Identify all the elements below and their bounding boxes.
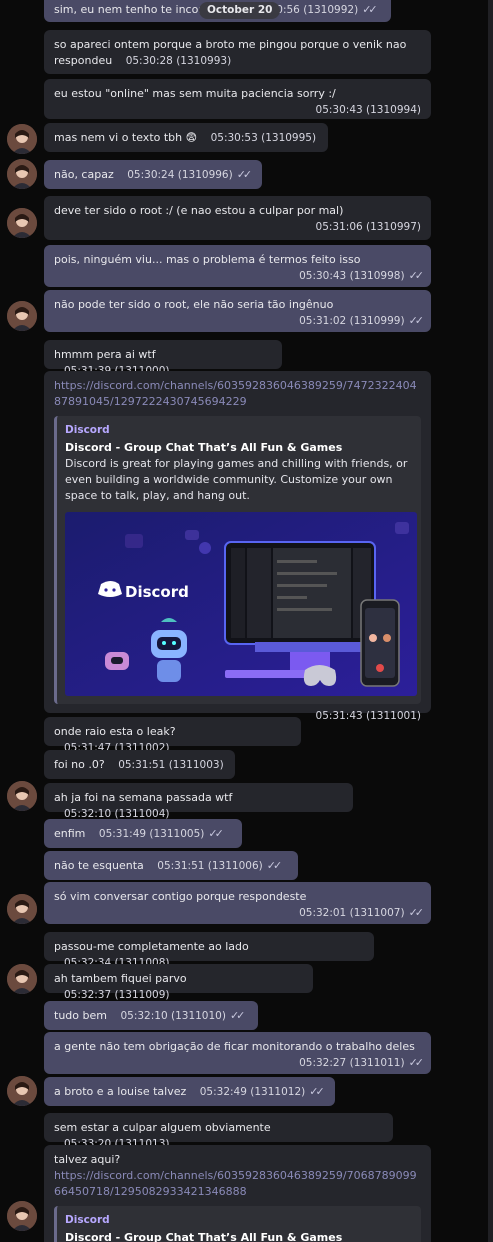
- read-ticks-icon: ✓✓: [408, 906, 425, 919]
- message-incoming[interactable]: ah tambem fiquei parvo 05:32:37 (1311009…: [44, 964, 313, 1001]
- message-meta: 05:31:02 (1310999) ✓✓: [299, 314, 425, 327]
- message-text: ah ja foi na semana passada wtf: [54, 791, 233, 804]
- message-meta: 05:31:51 (1311006) ✓✓: [157, 859, 283, 872]
- message-text: a broto e a louise talvez: [54, 1085, 187, 1098]
- avatar[interactable]: [7, 781, 37, 811]
- message-outgoing[interactable]: pois, ninguém viu... mas o problema é te…: [44, 245, 431, 287]
- message-text: não pode ter sido o root, ele não seria …: [54, 298, 334, 311]
- message-text: só vim conversar contigo porque responde…: [54, 890, 307, 903]
- message-text: onde raio esta o leak?: [54, 725, 176, 738]
- message-meta: 05:32:01 (1311007) ✓✓: [299, 906, 425, 919]
- message-meta: 05:30:28 (1310993): [125, 55, 232, 67]
- message-text: sem estar a culpar alguem obviamente: [54, 1121, 271, 1134]
- message-link[interactable]: https://discord.com/channels/60359283604…: [54, 1168, 421, 1200]
- read-ticks-icon: ✓✓: [229, 1009, 246, 1022]
- message-text: não te esquenta: [54, 859, 144, 872]
- embed-site-name[interactable]: Discord: [65, 1212, 413, 1228]
- read-ticks-icon: ✓✓: [362, 3, 378, 16]
- message-text: deve ter sido o root :/ (e nao estou a c…: [54, 204, 344, 217]
- message-meta: 05:32:37 (1311009): [64, 989, 170, 1001]
- read-ticks-icon: ✓✓: [408, 314, 425, 327]
- message-incoming[interactable]: eu estou "online" mas sem muita pacienci…: [44, 79, 431, 119]
- message-outgoing[interactable]: a gente não tem obrigação de ficar monit…: [44, 1032, 431, 1074]
- message-outgoing[interactable]: a broto e a louise talvez 05:32:49 (1311…: [44, 1077, 335, 1106]
- message-outgoing[interactable]: não te esquenta 05:31:51 (1311006) ✓✓: [44, 851, 298, 880]
- message-text: mas nem vi o texto tbh 😨: [54, 131, 198, 144]
- link-embed[interactable]: Discord Discord - Group Chat That’s All …: [54, 1206, 421, 1242]
- read-ticks-icon: ✓✓: [236, 168, 253, 181]
- message-text: a gente não tem obrigação de ficar monit…: [54, 1040, 415, 1053]
- avatar[interactable]: [7, 964, 37, 994]
- avatar[interactable]: [7, 124, 37, 154]
- message-meta: 05:32:49 (1311012) ✓✓: [199, 1085, 325, 1098]
- message-text: foi no .0?: [54, 758, 105, 771]
- message-text: eu estou "online" mas sem muita pacienci…: [54, 87, 336, 100]
- message-text: pois, ninguém viu... mas o problema é te…: [54, 253, 361, 266]
- avatar[interactable]: [7, 159, 37, 189]
- message-text: passou-me completamente ao lado: [54, 940, 249, 953]
- message-meta: 05:30:24 (1310996) ✓✓: [127, 168, 253, 181]
- message-incoming[interactable]: sem estar a culpar alguem obviamente 05:…: [44, 1113, 393, 1150]
- message-outgoing[interactable]: enfim 05:31:49 (1311005) ✓✓: [44, 819, 242, 848]
- message-text: enfim: [54, 827, 86, 840]
- read-ticks-icon: ✓✓: [266, 859, 283, 872]
- message-meta: 05:30:43 (1310998) ✓✓: [299, 269, 425, 282]
- read-ticks-icon: ✓✓: [208, 827, 224, 840]
- message-meta: 05:30:43 (1310994): [315, 104, 421, 116]
- avatar[interactable]: [7, 1201, 37, 1231]
- message-incoming[interactable]: https://discord.com/channels/60359283604…: [44, 371, 431, 722]
- avatar[interactable]: [7, 208, 37, 238]
- link-embed[interactable]: Discord Discord - Group Chat That’s All …: [54, 416, 421, 704]
- message-meta: 05:32:27 (1311011) ✓✓: [299, 1056, 425, 1069]
- message-outgoing[interactable]: não, capaz 05:30:24 (1310996) ✓✓: [44, 160, 262, 189]
- read-ticks-icon: ✓✓: [408, 269, 425, 282]
- message-meta: 05:32:10 (1311010) ✓✓: [120, 1009, 246, 1022]
- message-incoming[interactable]: deve ter sido o root :/ (e nao estou a c…: [44, 196, 431, 240]
- message-link[interactable]: https://discord.com/channels/60359283604…: [54, 378, 421, 410]
- message-meta: 05:30:53 (1310995): [210, 132, 317, 144]
- message-meta: 05:31:06 (1310997): [315, 221, 421, 233]
- message-incoming[interactable]: onde raio esta o leak? 05:31:47 (1311002…: [44, 717, 301, 754]
- message-outgoing[interactable]: tudo bem 05:32:10 (1311010) ✓✓: [44, 1001, 258, 1030]
- message-incoming[interactable]: ah ja foi na semana passada wtf 05:32:10…: [44, 783, 353, 820]
- message-incoming[interactable]: foi no .0? 05:31:51 (1311003): [44, 750, 235, 779]
- message-incoming[interactable]: talvez aqui? https://discord.com/channel…: [44, 1145, 431, 1242]
- message-text: ah tambem fiquei parvo: [54, 972, 187, 985]
- embed-title[interactable]: Discord - Group Chat That’s All Fun & Ga…: [65, 440, 413, 456]
- message-outgoing[interactable]: não pode ter sido o root, ele não seria …: [44, 290, 431, 332]
- message-incoming[interactable]: so apareci ontem porque a broto me pingo…: [44, 30, 431, 74]
- embed-site-name[interactable]: Discord: [65, 422, 413, 438]
- message-incoming[interactable]: hmmm pera ai wtf 05:31:39 (1311000): [44, 340, 282, 377]
- read-ticks-icon: ✓✓: [408, 1056, 425, 1069]
- message-text: hmmm pera ai wtf: [54, 348, 156, 361]
- chat-history[interactable]: sim, eu nem tenho te incomodado 05:30:56…: [0, 0, 493, 1242]
- date-separator: October 20: [199, 2, 281, 19]
- message-incoming[interactable]: mas nem vi o texto tbh 😨 05:30:53 (13109…: [44, 123, 328, 152]
- avatar[interactable]: [7, 894, 37, 924]
- scrollbar-track[interactable]: [488, 0, 493, 1242]
- embed-image[interactable]: Discord: [65, 512, 417, 696]
- read-ticks-icon: ✓✓: [309, 1085, 325, 1098]
- embed-description: Discord is great for playing games and c…: [65, 457, 408, 502]
- message-text: não, capaz: [54, 168, 114, 181]
- message-outgoing[interactable]: só vim conversar contigo porque responde…: [44, 882, 431, 924]
- message-text: talvez aqui?: [54, 1153, 121, 1166]
- avatar[interactable]: [7, 1076, 37, 1106]
- message-incoming[interactable]: passou-me completamente ao lado 05:32:34…: [44, 932, 374, 969]
- message-text: tudo bem: [54, 1009, 107, 1022]
- message-meta: 05:31:51 (1311003): [118, 759, 224, 771]
- embed-title[interactable]: Discord - Group Chat That’s All Fun & Ga…: [65, 1230, 413, 1242]
- avatar[interactable]: [7, 301, 37, 331]
- message-meta: 05:31:49 (1311005) ✓✓: [98, 827, 224, 840]
- embed-image-logo-text: Discord: [125, 583, 189, 601]
